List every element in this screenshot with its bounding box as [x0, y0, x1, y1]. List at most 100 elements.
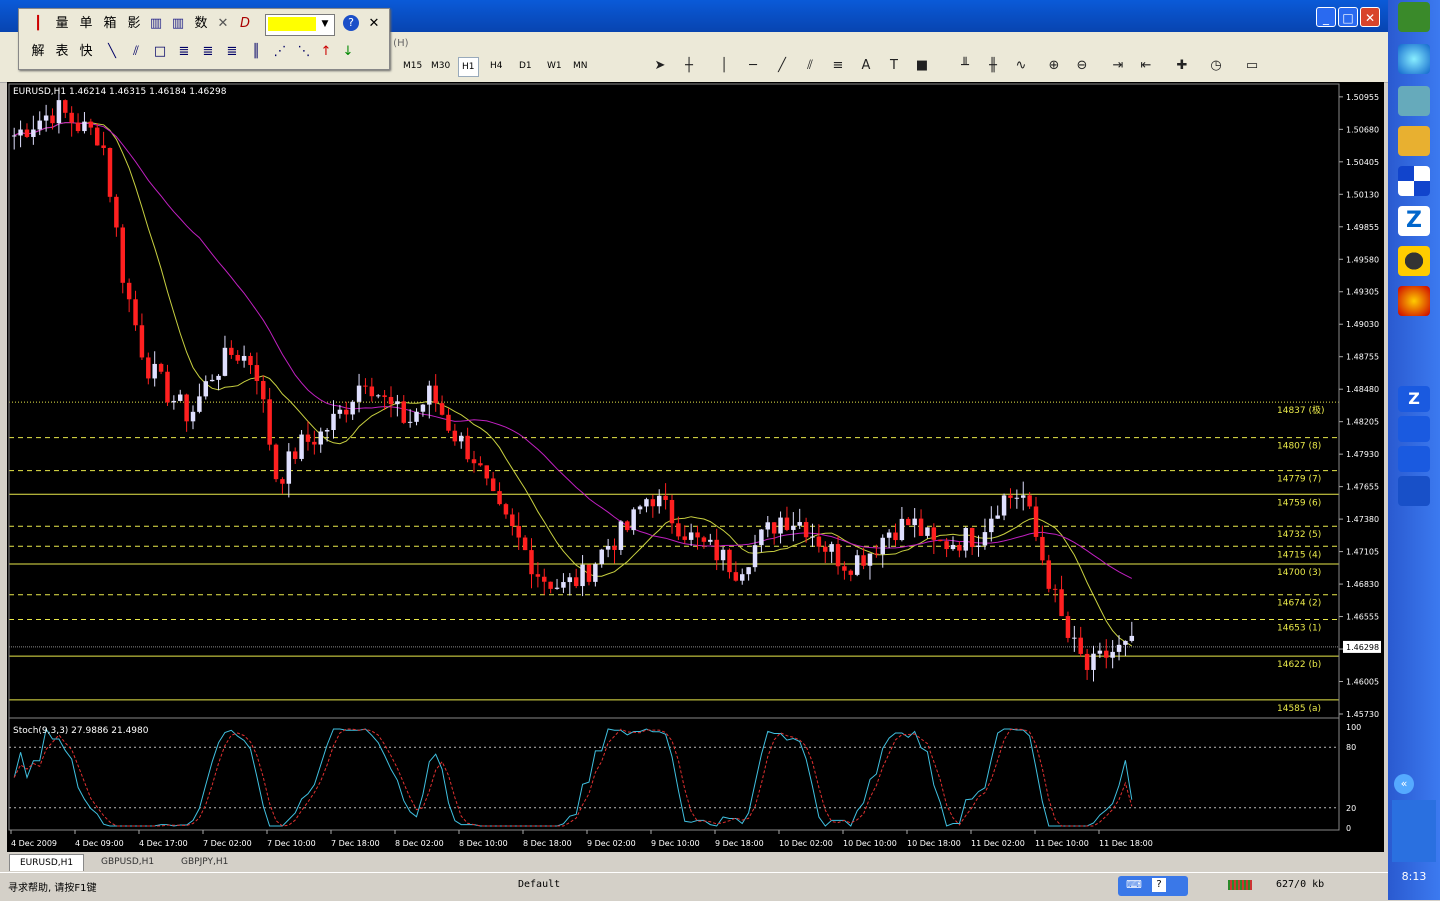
- candle-body: [976, 545, 981, 547]
- cross-tool-icon[interactable]: ✕: [214, 15, 232, 33]
- cursor-icon[interactable]: ➤: [650, 56, 670, 76]
- level2-tool-icon[interactable]: ≣: [199, 43, 217, 61]
- candle-body: [31, 129, 36, 137]
- time-label: 11 Dec 18:00: [1099, 839, 1153, 848]
- dx-icon[interactable]: D: [236, 15, 254, 33]
- periods-icon[interactable]: ◷: [1206, 56, 1226, 76]
- tab-gbpusd[interactable]: GBPUSD,H1: [91, 854, 164, 870]
- crosshair-icon[interactable]: ┼: [679, 56, 699, 76]
- task-word-icon[interactable]: [1398, 446, 1430, 472]
- candle-body: [158, 363, 164, 372]
- fb-btn-3[interactable]: 箱: [101, 15, 119, 33]
- chevron-down-icon[interactable]: ▼: [318, 16, 332, 32]
- line-tool-icon[interactable]: ╲: [103, 43, 121, 61]
- level3-tool-icon[interactable]: ≣: [223, 43, 241, 61]
- tray-expand-icon[interactable]: «: [1394, 774, 1414, 794]
- level-tool-icon[interactable]: ≣: [175, 43, 193, 61]
- app-icon-4[interactable]: [1398, 286, 1430, 316]
- fib-label: 14653 (1): [1277, 624, 1321, 634]
- fb-btn-7[interactable]: 表: [53, 43, 71, 61]
- parallel-tool-icon[interactable]: ⫽: [127, 43, 145, 61]
- cycle-tool-icon[interactable]: ║: [247, 43, 265, 61]
- candle-body: [714, 539, 719, 561]
- price-label: 1.47655: [1346, 483, 1379, 492]
- task-app-icon[interactable]: [1398, 416, 1430, 442]
- fb-btn-2[interactable]: 单: [77, 15, 95, 33]
- candle-body: [395, 401, 400, 405]
- trendline-icon[interactable]: ╱: [772, 56, 792, 76]
- minimize-button[interactable]: _: [1316, 7, 1336, 27]
- chart-window[interactable]: 14837 (极) 14807 (8) 14779 (7) 14759 (6) 1473…: [7, 82, 1384, 852]
- keyboard-icon[interactable]: ⌨: [1126, 878, 1142, 891]
- candle-body: [880, 537, 885, 555]
- arrow-down-icon[interactable]: ↓: [339, 43, 357, 61]
- tab-eurusd[interactable]: EURUSD,H1: [9, 854, 85, 871]
- app-z-icon[interactable]: Z: [1398, 206, 1430, 236]
- ime-help-icon[interactable]: ?: [1152, 878, 1166, 892]
- timeframe-h1[interactable]: H1: [458, 57, 479, 77]
- tab-gbpjpy[interactable]: GBPJPY,H1: [171, 854, 238, 870]
- zoom-in-icon[interactable]: ⊕: [1044, 56, 1064, 76]
- text-label-icon[interactable]: T: [884, 56, 904, 76]
- indicators-icon[interactable]: ✚: [1172, 56, 1192, 76]
- channel-icon[interactable]: ⫽: [800, 56, 820, 76]
- rectangle-tool-icon[interactable]: □: [151, 43, 169, 61]
- templates-icon[interactable]: ▭: [1242, 56, 1262, 76]
- candle-body: [107, 147, 113, 197]
- timeframe-m15[interactable]: M15: [400, 57, 425, 75]
- histogram2-icon[interactable]: ▥: [169, 15, 187, 33]
- fb-btn-1[interactable]: 量: [53, 15, 71, 33]
- fan-tool-icon[interactable]: ⋰: [271, 43, 289, 61]
- candles-icon[interactable]: ┃: [29, 15, 47, 33]
- timeframe-h4[interactable]: H4: [487, 57, 506, 75]
- qq-icon[interactable]: [1398, 246, 1430, 276]
- candle-body: [190, 411, 196, 422]
- candle-body: [720, 549, 726, 561]
- fb-btn-5[interactable]: 数: [192, 15, 210, 33]
- bar-chart-icon[interactable]: ╨: [955, 56, 975, 76]
- chart-shift-icon[interactable]: ⇤: [1136, 56, 1156, 76]
- autoscroll-icon[interactable]: ⇥: [1108, 56, 1128, 76]
- vertical-line-icon[interactable]: │: [714, 56, 734, 76]
- timeframe-mn[interactable]: MN: [570, 57, 591, 75]
- candle-body: [241, 355, 247, 361]
- close-toolbar-icon[interactable]: ✕: [365, 15, 383, 33]
- price-label: 1.48480: [1346, 385, 1379, 394]
- candle-body: [11, 135, 17, 137]
- fibonacci-icon[interactable]: ≡: [828, 56, 848, 76]
- task-folder-icon[interactable]: [1398, 476, 1430, 506]
- app-icon-3[interactable]: [1398, 166, 1430, 196]
- horizontal-line-icon[interactable]: ─: [743, 56, 763, 76]
- color-picker[interactable]: ▼: [265, 14, 335, 36]
- fb-btn-8[interactable]: 快: [77, 43, 95, 61]
- candle-body: [1046, 560, 1052, 589]
- text-icon[interactable]: A: [856, 56, 876, 76]
- fb-btn-4[interactable]: 影: [125, 15, 143, 33]
- candle-body: [771, 522, 777, 534]
- maximize-button[interactable]: □: [1338, 7, 1358, 27]
- app-icon-2[interactable]: [1398, 126, 1430, 156]
- start-button[interactable]: [1398, 2, 1430, 32]
- candle-chart-icon[interactable]: ╫: [983, 56, 1003, 76]
- app-icon-1[interactable]: [1398, 86, 1430, 116]
- timeframe-w1[interactable]: W1: [544, 57, 565, 75]
- timeframe-m30[interactable]: M30: [428, 57, 453, 75]
- arrow-label-icon[interactable]: ■: [912, 56, 932, 76]
- candle-body: [273, 444, 279, 480]
- candle-body: [957, 544, 962, 551]
- arrow-up-icon[interactable]: ↑: [317, 43, 335, 61]
- help-icon[interactable]: ?: [343, 15, 359, 31]
- zoom-out-icon[interactable]: ⊖: [1072, 56, 1092, 76]
- fb-btn-6[interactable]: 解: [29, 43, 47, 61]
- candle-body: [337, 409, 343, 414]
- histogram-icon[interactable]: ▥: [147, 15, 165, 33]
- line-chart-icon[interactable]: ∿: [1011, 56, 1031, 76]
- task-z-icon[interactable]: Z: [1398, 386, 1430, 412]
- timeframe-d1[interactable]: D1: [516, 57, 535, 75]
- candle-body: [1014, 497, 1020, 499]
- candle-body: [625, 521, 630, 531]
- ime-bar[interactable]: ⌨ ?: [1118, 876, 1188, 896]
- gann-tool-icon[interactable]: ⋱: [295, 43, 313, 61]
- close-button[interactable]: ✕: [1360, 7, 1380, 27]
- ie-icon[interactable]: [1398, 44, 1430, 74]
